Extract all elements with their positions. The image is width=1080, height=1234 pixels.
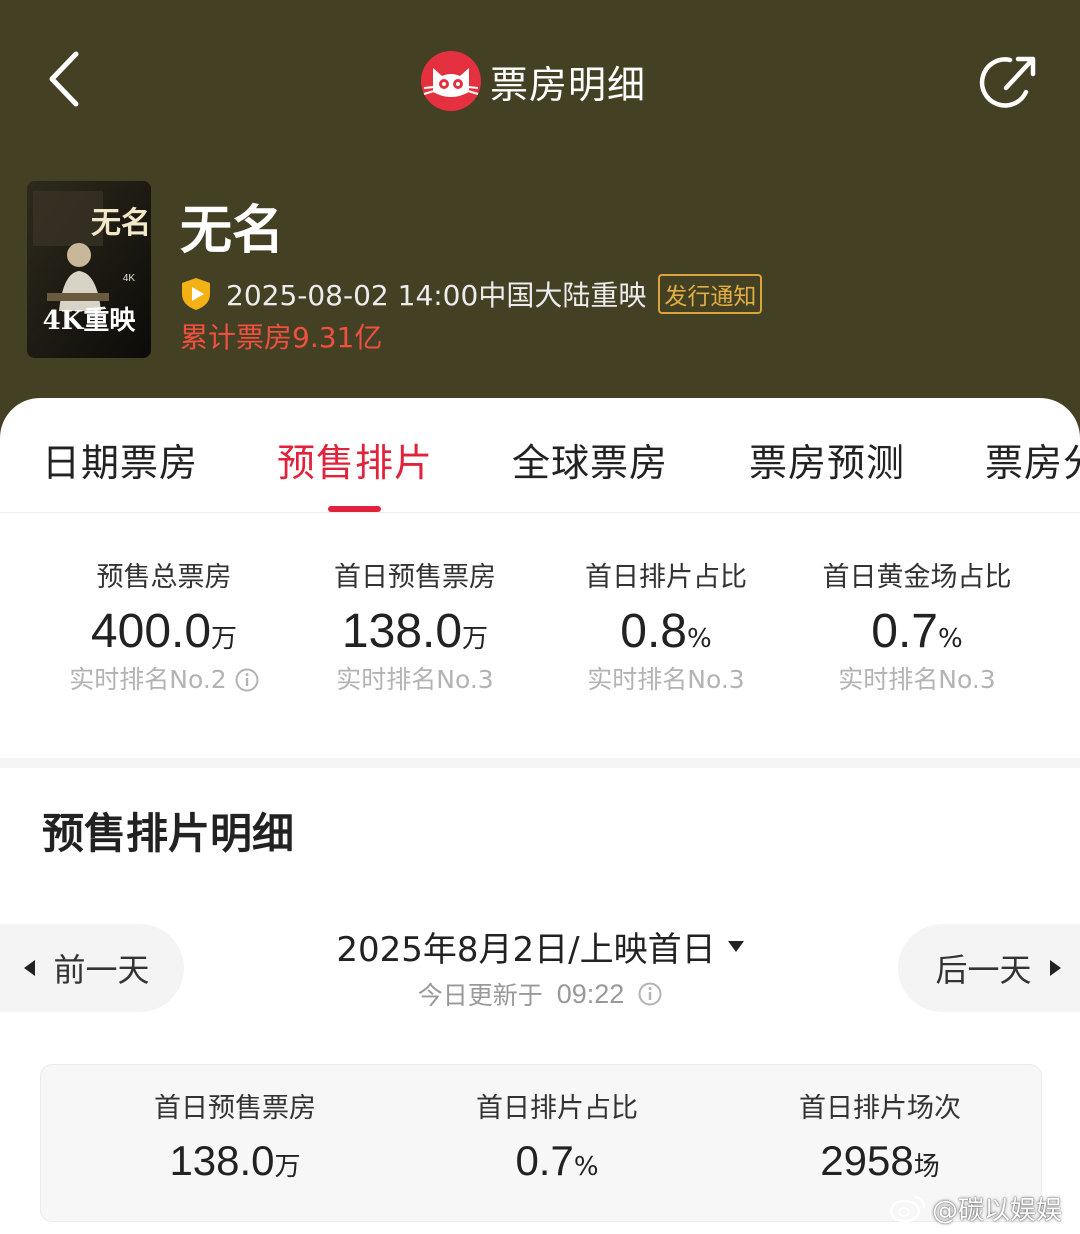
stat-first-day-golden-share[interactable]: 首日黄金场占比 0.7% 实时排名No.3 — [797, 558, 1037, 698]
stat-rank: 实时排名No.2 — [44, 662, 284, 698]
previous-day-button[interactable]: 前一天 — [0, 924, 184, 1012]
stat-number: 0.7 — [871, 605, 938, 658]
release-date: 2025-08-02 14:00中国大陆重映 — [226, 279, 647, 312]
tab-global-box-office[interactable]: 全球票房 — [512, 432, 668, 487]
date-dropdown[interactable]: 2025年8月2日/上映首日 — [336, 920, 744, 972]
stat-first-day-schedule-share[interactable]: 首日排片占比 0.8% 实时排名No.3 — [546, 558, 786, 698]
watermark: @碳以娱娱 — [888, 1188, 1062, 1228]
active-tab-indicator — [328, 506, 381, 512]
stat-label: 预售总票房 — [96, 562, 232, 593]
back-button[interactable] — [36, 44, 96, 114]
stat-rank: 实时排名No.3 — [587, 665, 745, 694]
page-title: 票房明细 — [490, 62, 647, 107]
poster-image: 无名 4K 4K重映 — [27, 181, 151, 358]
section-divider — [0, 758, 1080, 768]
triangle-right-icon — [1049, 960, 1061, 976]
summary-number: 138.0 — [169, 1137, 275, 1184]
poster-badge: 4K — [123, 273, 136, 284]
next-day-label: 后一天 — [935, 951, 1032, 989]
summary-screenings: 首日排片场次 2958场 — [730, 1089, 1030, 1189]
tab-box-office-analysis[interactable]: 票房分 — [985, 432, 1080, 487]
stat-label: 首日黄金场占比 — [822, 562, 1012, 593]
previous-day-label: 前一天 — [53, 951, 150, 989]
stat-unit: 万 — [462, 624, 489, 654]
summary-label: 首日预售票房 — [154, 1093, 316, 1124]
stat-value: 400.0万 — [44, 604, 284, 660]
stat-rank: 实时排名No.3 — [336, 665, 494, 694]
stat-unit: % — [938, 624, 963, 654]
info-icon[interactable] — [638, 982, 662, 1006]
page-header: 票房明细 无名 4K 4K重映 无名 2025-08-02 14:00中国大陆重… — [0, 0, 1080, 440]
info-icon[interactable] — [235, 668, 259, 692]
chevron-left-icon — [49, 51, 79, 107]
release-notice-badge[interactable]: 发行通知 — [658, 274, 763, 314]
stat-rank-text: 实时排名No.2 — [69, 665, 227, 694]
weibo-icon — [889, 1195, 926, 1223]
update-label: 今日更新于 — [417, 981, 543, 1010]
maoyan-cat-logo — [421, 51, 481, 111]
summary-number: 2958 — [820, 1137, 914, 1184]
tab-box-office-forecast[interactable]: 票房预测 — [749, 432, 905, 487]
date-selector-group: 2025年8月2日/上映首日 今日更新于 09:22 — [280, 920, 800, 1014]
date-navigator: 前一天 2025年8月2日/上映首日 今日更新于 09:22 后一天 — [0, 920, 1080, 1014]
summary-label: 首日排片占比 — [476, 1093, 638, 1124]
movie-title[interactable]: 无名 — [180, 188, 284, 263]
update-time: 09:22 — [556, 978, 625, 1009]
stat-value: 138.0万 — [295, 604, 535, 660]
stat-unit: 万 — [211, 624, 238, 654]
summary-value: 2958场 — [730, 1133, 1030, 1189]
stat-number: 138.0 — [341, 605, 463, 658]
movie-poster[interactable]: 无名 4K 4K重映 — [27, 181, 151, 358]
next-day-button[interactable]: 后一天 — [898, 924, 1080, 1012]
summary-value: 138.0万 — [85, 1133, 385, 1189]
presale-stats: 预售总票房 400.0万 实时排名No.2 首日预售票房 138.0万 实时排名… — [0, 558, 1080, 708]
summary-unit: 场 — [913, 1152, 940, 1182]
stat-label: 首日排片占比 — [585, 562, 747, 593]
share-button[interactable] — [976, 48, 1046, 118]
cumulative-box-office: 累计票房9.31亿 — [180, 321, 383, 354]
stat-rank: 实时排名No.3 — [838, 665, 996, 694]
tab-daily-box-office[interactable]: 日期票房 — [42, 432, 198, 487]
content-card: 日期票房 预售排片 全球票房 票房预测 票房分 预售总票房 400.0万 实时排… — [0, 398, 1080, 1234]
summary-value: 0.7% — [407, 1133, 707, 1189]
stat-first-day-presale[interactable]: 首日预售票房 138.0万 实时排名No.3 — [295, 558, 535, 698]
stat-total-presale[interactable]: 预售总票房 400.0万 实时排名No.2 — [44, 558, 284, 698]
poster-caption: 4K重映 — [43, 306, 136, 336]
tab-presale-schedule[interactable]: 预售排片 — [277, 432, 433, 487]
poster-title: 无名 — [91, 206, 151, 241]
stat-label: 首日预售票房 — [334, 562, 496, 593]
watermark-text: @碳以娱娱 — [932, 1195, 1063, 1226]
summary-unit: 万 — [274, 1152, 301, 1182]
section-title: 预售排片明细 — [42, 809, 295, 858]
share-icon — [979, 56, 1036, 108]
summary-unit: % — [573, 1152, 599, 1182]
tab-bar: 日期票房 预售排片 全球票房 票房预测 票房分 — [0, 398, 1080, 513]
stat-value: 0.7% — [797, 604, 1037, 660]
update-info: 今日更新于 09:22 — [280, 974, 800, 1014]
stat-value: 0.8% — [546, 604, 786, 660]
stat-number: 400.0 — [90, 605, 212, 658]
triangle-left-icon — [24, 960, 36, 976]
shield-play-icon — [182, 278, 210, 310]
summary-number: 0.7 — [515, 1137, 574, 1184]
stat-number: 0.8 — [620, 605, 687, 658]
stat-unit: % — [687, 624, 712, 654]
summary-first-day-presale: 首日预售票房 138.0万 — [85, 1089, 385, 1189]
triangle-down-icon — [727, 940, 744, 952]
summary-schedule-share: 首日排片占比 0.7% — [407, 1089, 707, 1189]
date-dropdown-label: 2025年8月2日/上映首日 — [336, 929, 716, 970]
nav-title: 票房明细 — [420, 46, 646, 116]
release-info: 2025-08-02 14:00中国大陆重映 发行通知 — [180, 274, 763, 314]
summary-label: 首日排片场次 — [799, 1093, 961, 1124]
